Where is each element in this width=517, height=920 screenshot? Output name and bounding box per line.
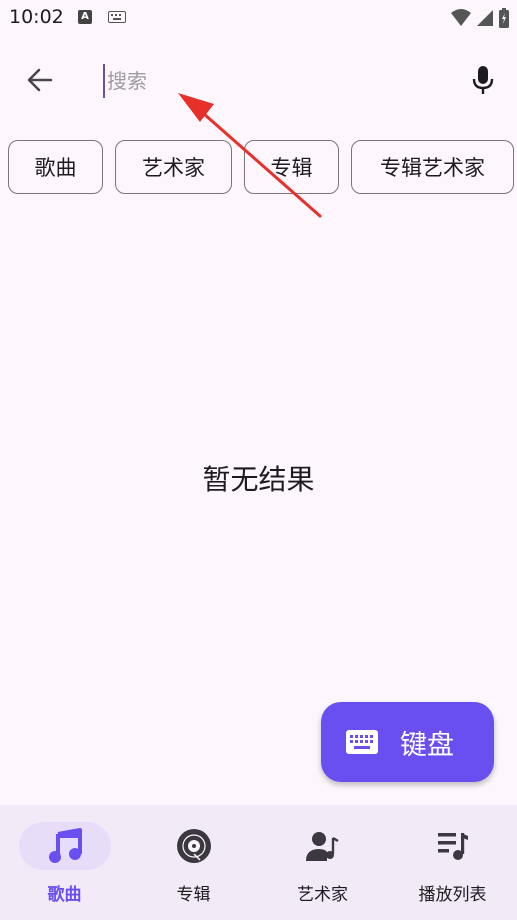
- keyboard-icon: [346, 730, 378, 754]
- keyboard-fab[interactable]: 键盘: [321, 702, 494, 782]
- nav-item-songs[interactable]: 歌曲: [0, 805, 129, 920]
- chip-albums[interactable]: 专辑: [244, 140, 339, 194]
- nav-item-playlists[interactable]: 播放列表: [388, 805, 517, 920]
- artist-person-icon: [305, 832, 339, 861]
- arrow-left-icon: [27, 68, 53, 92]
- album-disc-icon: [176, 829, 211, 863]
- music-note-icon: [48, 828, 82, 863]
- nav-label-artists: 艺术家: [297, 885, 348, 905]
- chip-album-artists[interactable]: 专辑艺术家: [351, 140, 514, 194]
- nav-item-artists[interactable]: 艺术家: [258, 805, 387, 920]
- voice-search-button[interactable]: [466, 62, 500, 98]
- nav-item-albums[interactable]: 专辑: [129, 805, 258, 920]
- search-bar: [0, 50, 517, 110]
- bottom-navigation: 歌曲 专辑 艺术家 播放列表: [0, 805, 517, 920]
- signal-icon: [477, 10, 493, 26]
- battery-icon: [499, 8, 509, 28]
- status-bar: 10:02 A: [0, 0, 517, 36]
- back-button[interactable]: [22, 62, 58, 98]
- chip-songs[interactable]: 歌曲: [8, 140, 103, 194]
- nav-label-albums: 专辑: [176, 885, 211, 905]
- wifi-icon: [451, 9, 471, 26]
- notification-a-icon: A: [78, 10, 92, 24]
- nav-label-songs: 歌曲: [47, 885, 82, 905]
- search-input[interactable]: [103, 64, 449, 98]
- nav-label-playlists: 播放列表: [418, 885, 487, 905]
- keyboard-notification-icon: [108, 11, 126, 23]
- status-time: 10:02: [9, 6, 64, 28]
- filter-chips: 歌曲 艺术家 专辑 专辑艺术家: [8, 140, 514, 194]
- annotation-arrow-icon: [178, 93, 322, 218]
- keyboard-fab-label: 键盘: [400, 729, 454, 761]
- empty-state-text: 暂无结果: [202, 463, 315, 496]
- microphone-icon: [472, 66, 494, 94]
- chip-artists[interactable]: 艺术家: [115, 140, 232, 194]
- playlist-icon: [437, 833, 468, 860]
